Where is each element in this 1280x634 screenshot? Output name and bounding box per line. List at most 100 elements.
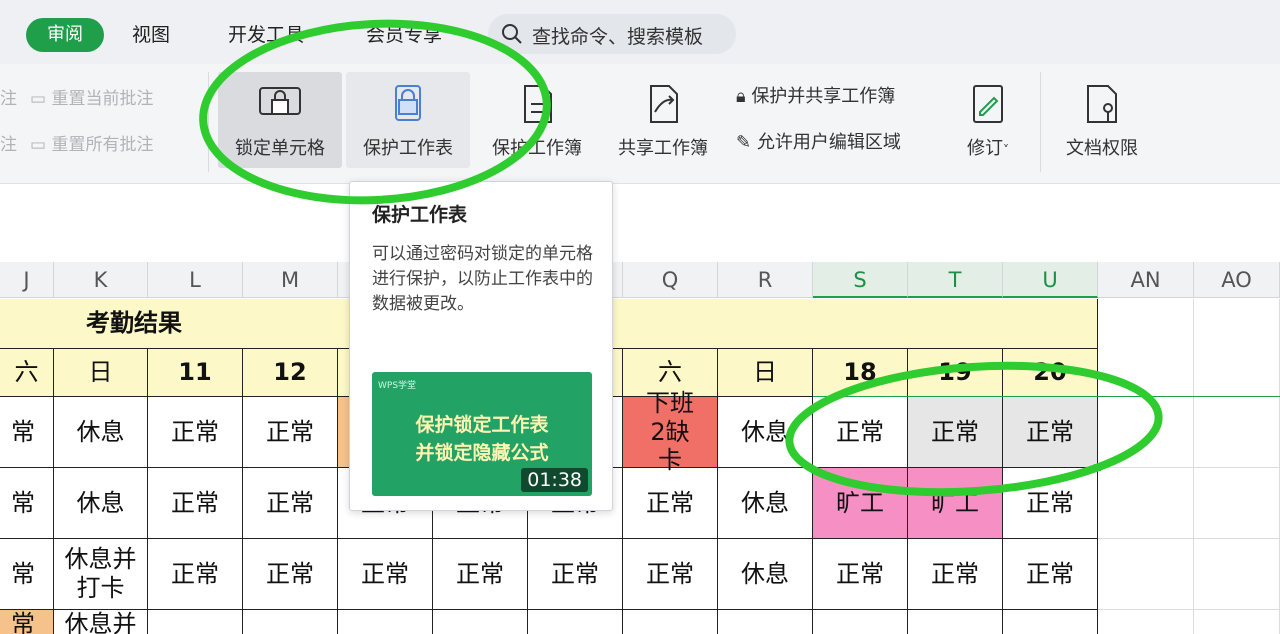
partial-comment-button-2[interactable]: 注 — [0, 130, 17, 155]
table-cell[interactable]: 正常 — [1003, 397, 1098, 468]
table-cell[interactable]: 正常 — [1003, 539, 1098, 610]
table-cell[interactable] — [908, 610, 1003, 634]
lock-cell-label: 锁定单元格 — [235, 138, 325, 159]
table-cell[interactable] — [718, 610, 813, 634]
ribbon-toolbar: 注 注 ▭ 重置当前批注 ▭ 重置所有批注 锁定单元格 保护工作表 保护工作簿 — [0, 64, 1280, 184]
lock-icon: 🔒︎ — [736, 86, 746, 107]
empty-cell[interactable] — [1098, 299, 1194, 397]
day-header-cell[interactable]: 日 — [718, 349, 813, 397]
table-cell[interactable]: 正常 — [243, 397, 338, 468]
table-cell[interactable]: 休息 — [718, 539, 813, 610]
day-header-cell[interactable]: 六 — [0, 349, 54, 397]
table-cell[interactable] — [243, 610, 338, 634]
tutorial-video-thumbnail[interactable]: WPS学堂 保护锁定工作表 并锁定隐藏公式 01:38 — [372, 372, 592, 496]
table-cell[interactable]: 正常 — [623, 468, 718, 539]
column-header-j[interactable]: J — [0, 262, 54, 298]
table-cell[interactable]: 下班2缺卡 — [623, 389, 718, 474]
day-header-cell[interactable]: 18 — [813, 349, 908, 397]
table-cell[interactable] — [623, 610, 718, 634]
table-cell[interactable]: 正常 — [813, 397, 908, 468]
table-cell[interactable] — [433, 610, 528, 634]
column-header-ao[interactable]: AO — [1194, 262, 1280, 298]
day-header-cell[interactable]: 日 — [54, 349, 148, 397]
table-cell[interactable]: 休息 — [718, 468, 813, 539]
partial-comment-button[interactable]: 注 — [0, 84, 17, 109]
table-cell[interactable]: 休息 — [54, 468, 148, 539]
reset-all-comments-button[interactable]: ▭ 重置所有批注 — [30, 130, 153, 155]
day-header-cell[interactable]: 20 — [1003, 349, 1098, 397]
table-cell[interactable]: 正常 — [243, 468, 338, 539]
tab-view[interactable]: 视图 — [132, 20, 170, 47]
column-header-u[interactable]: U — [1003, 262, 1098, 298]
table-cell[interactable]: 正常 — [148, 468, 243, 539]
table-cell[interactable]: 常 — [0, 539, 54, 610]
column-header-an[interactable]: AN — [1098, 262, 1194, 298]
tab-member[interactable]: 会员专享 — [366, 20, 442, 47]
table-cell[interactable]: 正常 — [623, 539, 718, 610]
table-cell[interactable]: 正常 — [148, 397, 243, 468]
empty-cell[interactable] — [1194, 539, 1280, 610]
table-cell[interactable]: 常 — [0, 468, 54, 539]
day-header-cell[interactable]: 12 — [243, 349, 338, 397]
empty-cell[interactable] — [1098, 468, 1194, 539]
column-header-s[interactable]: S — [813, 262, 908, 298]
table-cell[interactable]: 旷工 — [813, 468, 908, 539]
empty-cell[interactable] — [1194, 610, 1280, 634]
tooltip-description: 可以通过密码对锁定的单元格进行保护，以防止工作表中的数据被更改。 — [372, 244, 593, 314]
table-cell[interactable] — [813, 610, 908, 634]
table-cell[interactable]: 正常 — [338, 539, 433, 610]
selection-fill-handle[interactable] — [1094, 464, 1101, 471]
doc-permissions-button[interactable]: 文档权限 — [1052, 72, 1152, 168]
empty-cell[interactable] — [1098, 397, 1194, 468]
table-cell[interactable] — [1003, 610, 1098, 634]
table-cell[interactable]: 休息并 — [54, 610, 148, 634]
edit-range-icon: ✎ — [736, 132, 752, 153]
table-cell[interactable] — [338, 610, 433, 634]
tab-dev-tools[interactable]: 开发工具 — [228, 20, 304, 47]
day-header-cell[interactable]: 11 — [148, 349, 243, 397]
column-header-r[interactable]: R — [718, 262, 813, 298]
tab-review[interactable]: 审阅 — [26, 18, 104, 52]
table-cell[interactable]: 正常 — [813, 539, 908, 610]
table-cell[interactable]: 常 — [0, 397, 54, 468]
video-brand-logo: WPS学堂 — [378, 381, 417, 391]
table-cell[interactable] — [528, 610, 623, 634]
table-cell[interactable]: 正常 — [148, 539, 243, 610]
column-header-l[interactable]: L — [148, 262, 243, 298]
table-cell[interactable]: 正常 — [528, 539, 623, 610]
empty-cell[interactable] — [1098, 610, 1194, 634]
table-cell[interactable]: 休息 — [718, 397, 813, 468]
share-workbook-button[interactable]: 共享工作簿 — [604, 72, 722, 168]
protect-workbook-button[interactable]: 保护工作簿 — [478, 72, 596, 168]
protect-sheet-button[interactable]: 保护工作表 — [346, 72, 470, 168]
reset-current-comment-button[interactable]: ▭ 重置当前批注 — [30, 84, 153, 109]
table-cell[interactable]: 常 — [0, 610, 54, 634]
revise-button[interactable]: 修订˅ — [952, 72, 1024, 168]
protect-and-share-button[interactable]: 🔒︎ 保护并共享工作簿 — [736, 82, 895, 108]
empty-cell[interactable] — [1194, 299, 1280, 397]
allow-edit-ranges-button[interactable]: ✎ 允许用户编辑区域 — [736, 128, 901, 154]
day-header-cell[interactable]: 19 — [908, 349, 1003, 397]
revise-icon — [973, 85, 1003, 123]
table-cell[interactable]: 正常 — [1003, 468, 1098, 539]
table-cell[interactable]: 休息并打卡 — [54, 539, 148, 610]
table-cell[interactable]: 休息 — [54, 397, 148, 468]
table-cell[interactable]: 正常 — [908, 539, 1003, 610]
table-cell[interactable]: 正常 — [908, 397, 1003, 468]
column-header-t[interactable]: T — [908, 262, 1003, 298]
empty-cell[interactable] — [1098, 539, 1194, 610]
table-cell[interactable] — [148, 610, 243, 634]
table-cell[interactable]: 正常 — [243, 539, 338, 610]
empty-cell[interactable] — [1194, 468, 1280, 539]
column-header-k[interactable]: K — [54, 262, 148, 298]
search-command-box[interactable]: 查找命令、搜索模板 — [488, 14, 736, 54]
column-header-m[interactable]: M — [243, 262, 338, 298]
column-header-q[interactable]: Q — [623, 262, 718, 298]
table-cell[interactable]: 正常 — [433, 539, 528, 610]
table-cell[interactable]: 旷工 — [908, 468, 1003, 539]
protect-workbook-label: 保护工作簿 — [492, 138, 582, 159]
spreadsheet-grid[interactable]: J K L M N O P Q R S T U AN AO 考勤结果 六 日 1… — [0, 184, 1280, 634]
lock-cell-button[interactable]: 锁定单元格 — [218, 72, 342, 168]
chevron-down-icon: ˅ — [1003, 143, 1009, 157]
empty-cell[interactable] — [1194, 397, 1280, 468]
